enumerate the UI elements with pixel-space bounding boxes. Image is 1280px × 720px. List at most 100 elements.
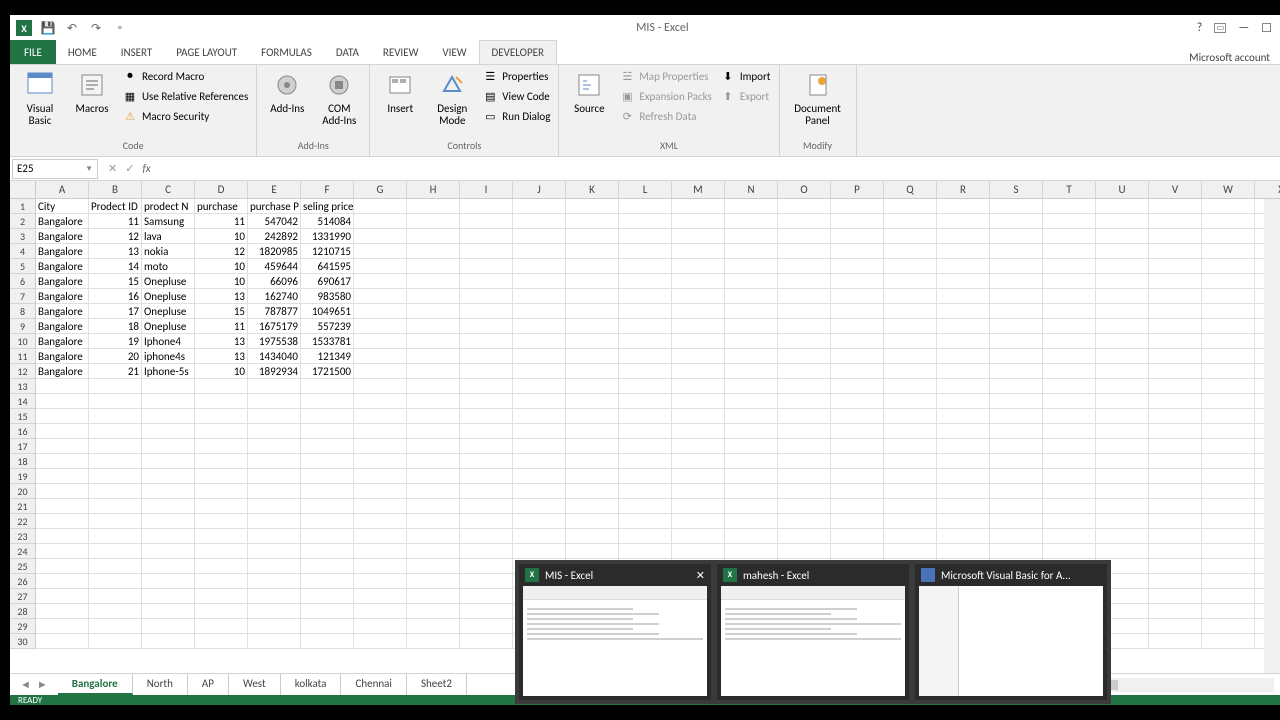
cell[interactable] <box>778 499 831 514</box>
row-header-8[interactable]: 8 <box>10 304 35 319</box>
cell[interactable] <box>1149 409 1202 424</box>
cell[interactable] <box>884 289 937 304</box>
cell[interactable] <box>89 589 142 604</box>
cell[interactable] <box>1149 619 1202 634</box>
cell[interactable] <box>619 544 672 559</box>
properties-button[interactable]: ☰Properties <box>480 67 552 85</box>
cell[interactable] <box>1202 439 1255 454</box>
cell[interactable] <box>1202 304 1255 319</box>
row-header-6[interactable]: 6 <box>10 274 35 289</box>
redo-icon[interactable]: ↷ <box>88 20 104 36</box>
column-headers[interactable]: ABCDEFGHIJKLMNOPQRSTUVWX <box>36 181 1280 199</box>
cell[interactable] <box>354 604 407 619</box>
row-header-15[interactable]: 15 <box>10 409 35 424</box>
cell[interactable] <box>513 289 566 304</box>
cell[interactable] <box>990 409 1043 424</box>
cell[interactable]: nokia <box>142 244 195 259</box>
sheet-tab-chennai[interactable]: Chennai <box>341 674 406 695</box>
cell[interactable] <box>990 304 1043 319</box>
cell[interactable] <box>778 319 831 334</box>
cell[interactable] <box>778 409 831 424</box>
cell[interactable] <box>36 604 89 619</box>
cell[interactable] <box>301 499 354 514</box>
cell[interactable] <box>990 529 1043 544</box>
cell[interactable] <box>884 394 937 409</box>
cell[interactable] <box>354 439 407 454</box>
cell[interactable] <box>884 214 937 229</box>
cell[interactable] <box>1202 244 1255 259</box>
cell[interactable] <box>248 409 301 424</box>
cell[interactable]: 17 <box>89 304 142 319</box>
cell[interactable] <box>778 379 831 394</box>
cell[interactable] <box>619 334 672 349</box>
cell[interactable] <box>619 319 672 334</box>
cell[interactable] <box>354 544 407 559</box>
cell[interactable] <box>1096 439 1149 454</box>
cell[interactable] <box>1096 289 1149 304</box>
col-header-H[interactable]: H <box>407 181 460 198</box>
cell[interactable] <box>407 289 460 304</box>
cell[interactable] <box>354 409 407 424</box>
insert-button[interactable]: Insert <box>376 67 424 117</box>
cell[interactable] <box>1096 409 1149 424</box>
cell[interactable] <box>513 199 566 214</box>
cell[interactable] <box>1202 454 1255 469</box>
col-header-F[interactable]: F <box>301 181 354 198</box>
col-header-Q[interactable]: Q <box>884 181 937 198</box>
use-relative-button[interactable]: ▦Use Relative References <box>120 87 250 105</box>
cell[interactable] <box>142 394 195 409</box>
cell[interactable] <box>566 199 619 214</box>
cell[interactable] <box>513 409 566 424</box>
cell[interactable] <box>36 379 89 394</box>
cell[interactable]: 10 <box>195 274 248 289</box>
cell[interactable]: 12 <box>89 229 142 244</box>
formula-input[interactable] <box>159 159 1280 179</box>
col-header-X[interactable]: X <box>1255 181 1280 198</box>
cell[interactable] <box>937 529 990 544</box>
cell[interactable] <box>1202 559 1255 574</box>
cell[interactable] <box>937 454 990 469</box>
cell[interactable] <box>672 394 725 409</box>
cell[interactable]: 18 <box>89 319 142 334</box>
cell[interactable]: 15 <box>89 274 142 289</box>
cell[interactable] <box>1149 424 1202 439</box>
cell[interactable] <box>672 274 725 289</box>
cell[interactable] <box>778 484 831 499</box>
cell[interactable] <box>89 574 142 589</box>
cell[interactable] <box>884 244 937 259</box>
cell[interactable] <box>301 469 354 484</box>
cell[interactable] <box>1043 514 1096 529</box>
cell[interactable] <box>672 454 725 469</box>
cell[interactable] <box>831 289 884 304</box>
cell[interactable] <box>142 559 195 574</box>
cell[interactable] <box>1202 214 1255 229</box>
cell[interactable]: 21 <box>89 364 142 379</box>
cell[interactable] <box>619 469 672 484</box>
cell[interactable] <box>460 274 513 289</box>
cell[interactable] <box>89 604 142 619</box>
cell[interactable] <box>1096 214 1149 229</box>
cell[interactable] <box>354 199 407 214</box>
cell[interactable] <box>672 319 725 334</box>
cell[interactable] <box>513 544 566 559</box>
cell[interactable]: 690617 <box>301 274 354 289</box>
preview-mahesh-excel[interactable]: Xmahesh - Excel <box>717 564 909 700</box>
macros-button[interactable]: Macros <box>68 67 116 117</box>
cell[interactable]: lava <box>142 229 195 244</box>
cell[interactable] <box>301 439 354 454</box>
cell[interactable] <box>831 484 884 499</box>
cell[interactable] <box>937 244 990 259</box>
cell[interactable] <box>566 454 619 469</box>
cell[interactable]: purchase <box>195 199 248 214</box>
cell[interactable] <box>725 274 778 289</box>
cell[interactable] <box>301 424 354 439</box>
cell[interactable] <box>248 574 301 589</box>
cancel-icon[interactable]: ✕ <box>108 162 117 175</box>
cell[interactable] <box>248 469 301 484</box>
cell[interactable] <box>937 424 990 439</box>
cell[interactable] <box>513 334 566 349</box>
cell[interactable] <box>937 199 990 214</box>
cell[interactable] <box>195 589 248 604</box>
cell[interactable] <box>725 424 778 439</box>
qat-customize-icon[interactable]: ≡ <box>112 20 128 36</box>
